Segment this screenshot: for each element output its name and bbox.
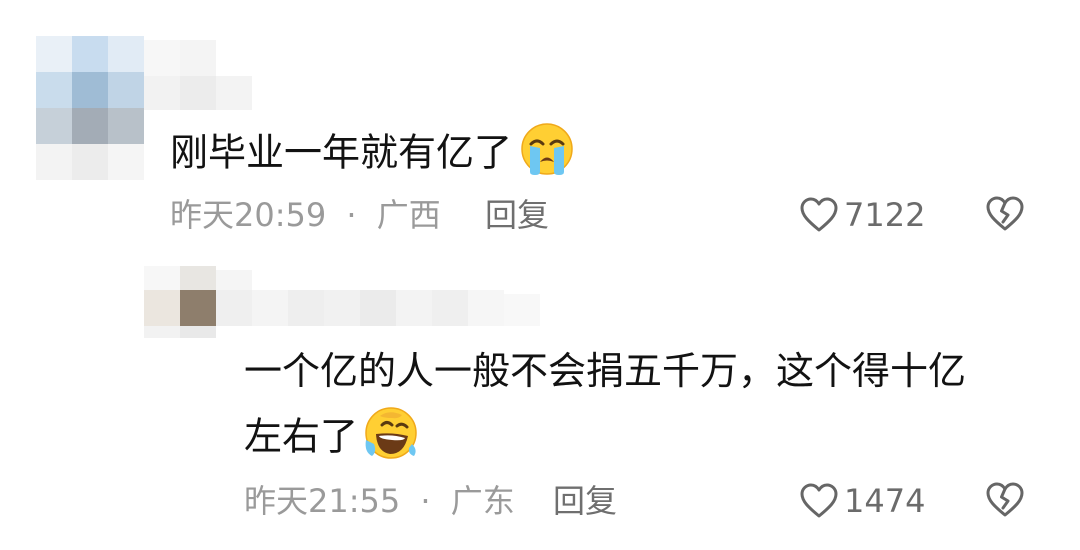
comment-meta: 昨天20:59 · 广西 bbox=[170, 195, 441, 235]
comment-text: 刚毕业一年就有亿了 bbox=[170, 122, 576, 188]
reply-button[interactable]: 回复 bbox=[553, 481, 617, 521]
meta-separator: · bbox=[346, 196, 357, 234]
username-blurred[interactable] bbox=[144, 40, 254, 110]
reply-text-line1: 一个亿的人一般不会捐五千万，这个得十亿 bbox=[244, 349, 967, 393]
reply-username-blurred[interactable] bbox=[216, 270, 546, 334]
meta-separator: · bbox=[420, 482, 431, 520]
reply-time: 昨天21:55 bbox=[244, 482, 401, 520]
like-count: 1474 bbox=[844, 482, 926, 520]
comment-body: 刚毕业一年就有亿了 bbox=[170, 130, 513, 175]
reply-button[interactable]: 回复 bbox=[485, 195, 549, 235]
like-count: 7122 bbox=[844, 196, 926, 234]
rolling-laughing-face-emoji bbox=[362, 406, 420, 472]
heart-outline-icon bbox=[800, 483, 838, 523]
like-button[interactable]: 7122 bbox=[800, 193, 930, 237]
broken-heart-icon[interactable] bbox=[986, 482, 1024, 522]
crying-face-emoji bbox=[518, 122, 576, 188]
broken-heart-icon[interactable] bbox=[986, 196, 1024, 236]
like-button[interactable]: 1474 bbox=[800, 479, 930, 523]
reply-avatar-blurred[interactable] bbox=[144, 266, 216, 338]
reply-location: 广东 bbox=[450, 482, 515, 520]
reply-text-line2-body: 左右了 bbox=[244, 414, 359, 459]
reply-meta: 昨天21:55 · 广东 bbox=[244, 481, 515, 521]
avatar-blurred[interactable] bbox=[36, 36, 144, 180]
reply-text-line2: 左右了 bbox=[244, 406, 420, 472]
comment-time: 昨天20:59 bbox=[170, 196, 327, 234]
comment-location: 广西 bbox=[376, 196, 441, 234]
heart-outline-icon bbox=[800, 197, 838, 237]
